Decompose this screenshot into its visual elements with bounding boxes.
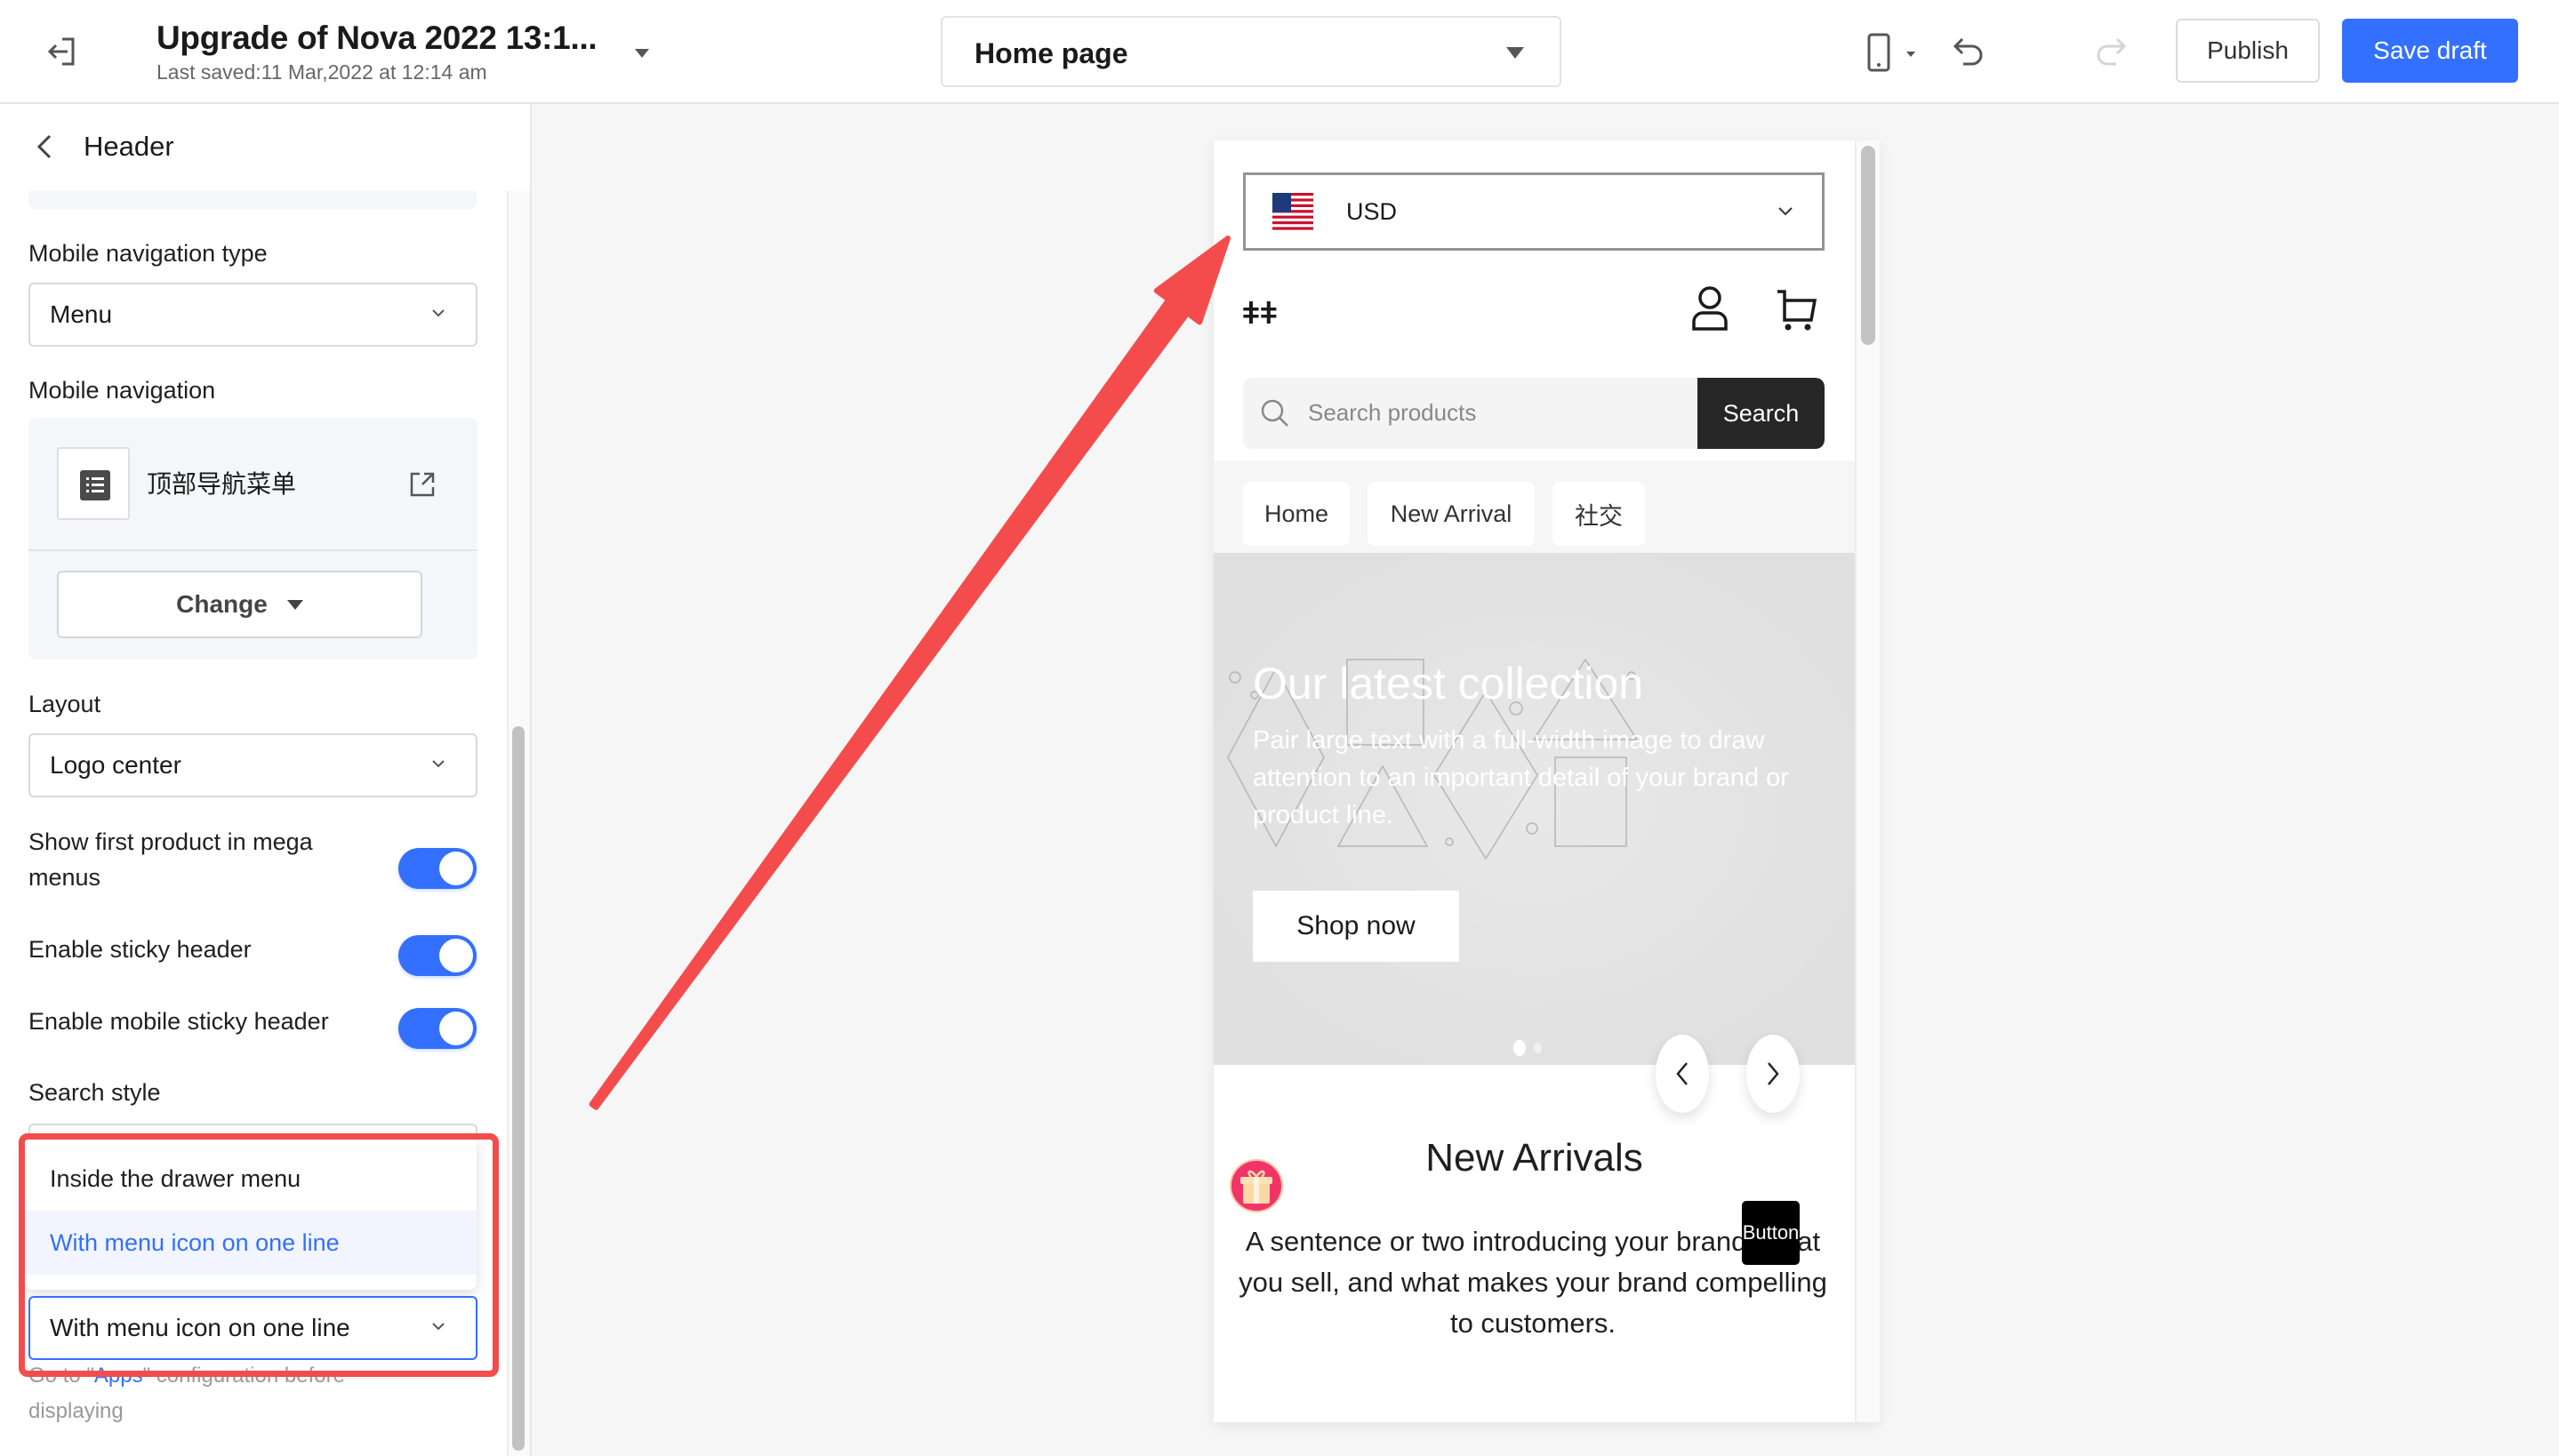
mobile-nav-type-value: Menu [50,300,113,328]
search-style-value: With menu icon on one line [50,1314,350,1341]
chevron-right-icon [1768,1062,1779,1085]
change-menu-button[interactable]: Change [57,571,422,638]
carousel-next-button[interactable] [1746,1035,1800,1113]
panel-scrollbar-thumb[interactable] [512,726,525,1451]
currency-selector[interactable]: USD [1243,172,1825,251]
carousel-dot-active[interactable] [1513,1040,1526,1056]
chevron-down-icon [432,760,445,768]
menu-icon-box [57,447,130,520]
panel-header: Header [0,104,530,191]
hero-banner: Our latest collection Pair large text wi… [1214,553,1855,1065]
search-style-dropdown: Inside the drawer menu With menu icon on… [25,1137,477,1290]
chevron-left-icon [1676,1062,1688,1085]
exit-icon [47,37,75,66]
sticky-header-toggle[interactable] [398,935,477,976]
layout-label: Layout [28,691,101,717]
caret-down-icon [286,599,303,610]
search-icon [1261,399,1288,427]
toggle-knob [439,852,473,885]
device-switcher[interactable] [1864,32,1926,73]
new-arrivals-title: New Arrivals [1425,1136,1643,1180]
chevron-down-icon [432,309,445,317]
toggle-label: Enable sticky header [28,936,252,963]
redo-icon [2097,37,2127,66]
annotation-arrow-shape [589,236,1231,1110]
mobile-nav-card: 顶部导航菜单 Change [28,418,477,660]
account-icon[interactable] [1690,284,1729,332]
last-saved-text: Last saved:11 Mar,2022 at 12:14 am [156,60,487,84]
list-icon [80,470,110,500]
exit-button[interactable] [44,34,80,69]
mobile-device-icon [1867,33,1915,72]
dropdown-option[interactable]: Inside the drawer menu [25,1147,477,1211]
search-style-select-edge [28,1124,477,1138]
divider [28,549,477,551]
toggle-knob [439,939,473,972]
nav-item-home[interactable]: Home [1243,482,1350,546]
nav-item-social[interactable]: 社交 [1552,482,1645,546]
mobile-nav-type-label: Mobile navigation type [28,240,268,267]
menu-name: 顶部导航菜单 [147,470,297,498]
search-style-select[interactable]: With menu icon on one line [28,1296,477,1360]
previous-card-bottom [28,189,477,209]
chevron-down-icon [1778,207,1793,216]
search-style-label: Search style [28,1079,161,1106]
settings-panel: Mobile navigation type Menu Mobile navig… [0,104,532,1456]
toggle-label: Show first product in mega menus [28,828,313,891]
layout-select[interactable]: Logo center [28,733,477,797]
product-search-bar: Search products Search [1243,378,1825,449]
change-label: Change [176,590,268,618]
mobile-nav-type-select[interactable]: Menu [28,283,477,347]
document-title: Upgrade of Nova 2022 13:1... [156,20,598,56]
mobile-nav-label: Mobile navigation [28,377,216,404]
hero-subtitle: Pair large text with a full-width image … [1253,726,1789,829]
carousel-prev-button[interactable] [1656,1035,1709,1113]
show-first-product-toggle[interactable] [398,848,477,889]
toggle-label: Enable mobile sticky header [28,1008,329,1035]
preview-nav-bar: Home New Arrival 社交 [1214,460,1855,553]
top-toolbar: Upgrade of Nova 2022 13:1... Last saved:… [0,0,2559,104]
chevron-down-icon [432,1323,445,1331]
page-selector-value: Home page [975,37,1128,69]
floating-button[interactable]: Button [1742,1201,1800,1265]
panel-title: Header [84,131,174,162]
nav-item-new-arrival[interactable]: New Arrival [1368,482,1535,546]
toggle-knob [439,1012,473,1045]
caret-down-icon [1506,47,1524,59]
mobile-sticky-header-toggle[interactable] [398,1008,477,1049]
redo-button[interactable] [2093,32,2132,71]
shop-now-button[interactable]: Shop now [1253,891,1459,962]
preview-scrollbar-thumb[interactable] [1861,146,1875,345]
layout-value: Logo center [50,751,181,779]
external-link-icon[interactable] [409,471,436,498]
undo-button[interactable] [1947,32,1986,71]
helper-text: Go to "Apps" configuration before displa… [28,1358,402,1429]
currency-code: USD [1346,198,1398,225]
publish-button[interactable]: Publish [2176,19,2320,83]
helper-text-part: Go to " [28,1364,94,1388]
cart-icon[interactable] [1776,288,1817,332]
page-selector[interactable]: Home page [941,16,1561,87]
chevron-left-icon[interactable] [32,131,57,163]
caret-down-icon[interactable] [635,49,649,58]
carousel-dot[interactable] [1534,1043,1542,1053]
save-draft-button[interactable]: Save draft [2342,19,2518,83]
dropdown-option-selected[interactable]: With menu icon on one line [25,1211,477,1275]
us-flag-icon [1272,193,1313,230]
search-input[interactable]: Search products [1308,399,1476,427]
search-button[interactable]: Search [1697,378,1825,449]
store-logo[interactable]: ǂǂ [1242,297,1278,332]
hero-title: Our latest collection [1253,659,1644,708]
apps-link[interactable]: Apps [94,1364,143,1388]
undo-icon [1953,37,1983,66]
